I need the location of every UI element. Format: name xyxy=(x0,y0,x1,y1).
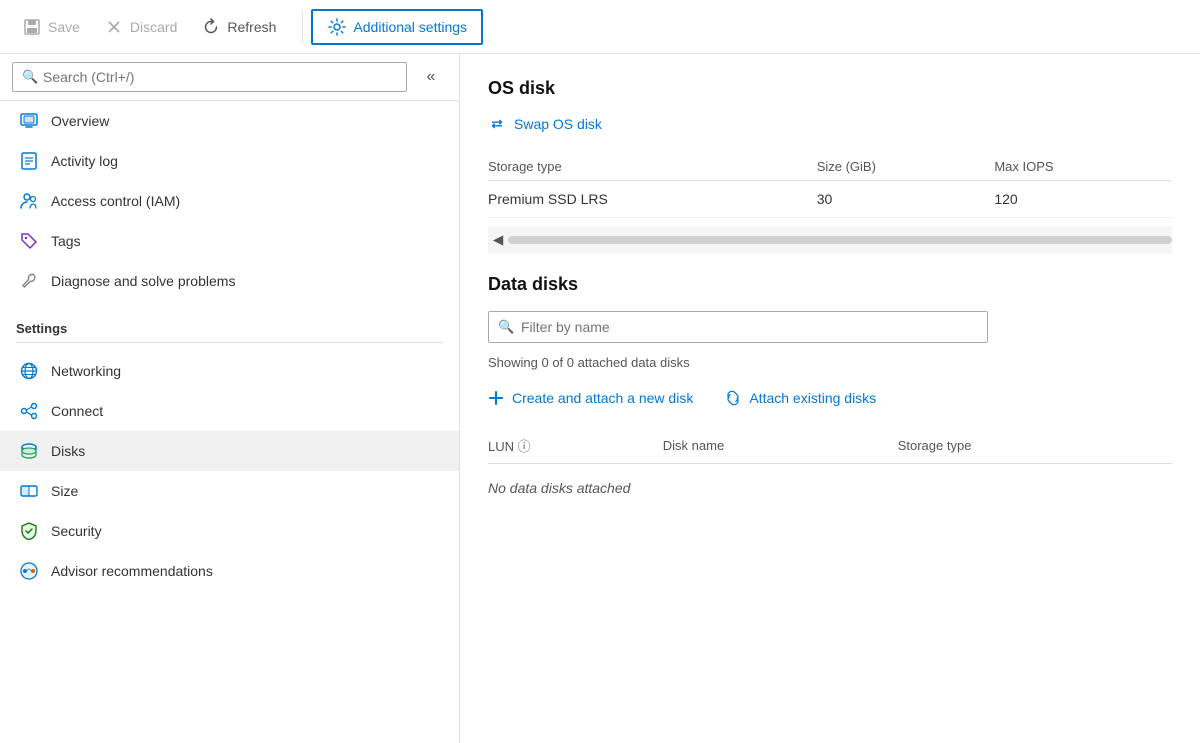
sidebar-item-networking[interactable]: Networking xyxy=(0,351,459,391)
sidebar-label-connect: Connect xyxy=(51,403,103,419)
wrench-icon xyxy=(19,271,39,291)
cell-storage-type: Premium SSD LRS xyxy=(488,181,817,218)
no-disks-row: No data disks attached xyxy=(488,464,1172,513)
search-input[interactable] xyxy=(12,62,407,92)
action-buttons: Create and attach a new disk Attach exis… xyxy=(488,390,1172,406)
sidebar-item-activity-log[interactable]: Activity log xyxy=(0,141,459,181)
data-disks-table: LUN ⓘ Disk name Storage type No data dis… xyxy=(488,430,1172,512)
cell-size: 30 xyxy=(817,181,995,218)
sidebar-label-disks: Disks xyxy=(51,443,85,459)
sidebar-item-overview[interactable]: Overview xyxy=(0,101,459,141)
sidebar-label-overview: Overview xyxy=(51,113,109,129)
content-area: OS disk Swap OS disk Storage type Size (… xyxy=(460,54,1200,743)
sidebar-item-size[interactable]: Size xyxy=(0,471,459,511)
discard-button[interactable]: Discard xyxy=(94,11,187,43)
sidebar-label-access-control: Access control (IAM) xyxy=(51,193,180,209)
people-icon xyxy=(19,191,39,211)
sidebar-item-security[interactable]: Security xyxy=(0,511,459,551)
showing-text: Showing 0 of 0 attached data disks xyxy=(488,355,1172,370)
nav-items: Overview Activity log xyxy=(0,101,459,301)
connect-icon xyxy=(19,401,39,421)
sidebar-item-access-control[interactable]: Access control (IAM) xyxy=(0,181,459,221)
table-row: Premium SSD LRS 30 120 xyxy=(488,181,1172,218)
sidebar-label-size: Size xyxy=(51,483,78,499)
swap-icon xyxy=(488,115,506,133)
size-icon xyxy=(19,481,39,501)
os-disk-section: OS disk Swap OS disk Storage type Size (… xyxy=(488,78,1172,254)
data-disks-section: Data disks 🔍 Showing 0 of 0 attached dat… xyxy=(488,274,1172,512)
create-attach-disk-button[interactable]: Create and attach a new disk xyxy=(488,390,693,406)
sidebar-item-diagnose[interactable]: Diagnose and solve problems xyxy=(0,261,459,301)
tag-icon xyxy=(19,231,39,251)
search-bar: 🔍 « xyxy=(0,54,459,101)
filter-search-icon: 🔍 xyxy=(498,319,514,335)
monitor-icon xyxy=(19,111,39,131)
attach-icon xyxy=(725,390,741,406)
data-disks-title: Data disks xyxy=(488,274,1172,295)
disks-icon xyxy=(19,441,39,461)
sidebar-item-connect[interactable]: Connect xyxy=(0,391,459,431)
os-disk-title: OS disk xyxy=(488,78,1172,99)
activity-icon xyxy=(19,151,39,171)
col-max-iops: Max IOPS xyxy=(994,153,1172,181)
plus-icon xyxy=(488,390,504,406)
col-storage-type: Storage type xyxy=(488,153,817,181)
search-icon: 🔍 xyxy=(22,69,38,85)
collapse-sidebar-button[interactable]: « xyxy=(415,63,447,91)
settings-items: Networking Connect xyxy=(0,351,459,591)
main-layout: 🔍 « Overview xyxy=(0,54,1200,743)
security-icon xyxy=(19,521,39,541)
scroll-left-button[interactable]: ◀ xyxy=(488,230,508,250)
sidebar-label-networking: Networking xyxy=(51,363,121,379)
data-col-lun: LUN ⓘ xyxy=(488,430,663,464)
gear-icon xyxy=(327,17,347,37)
cell-max-iops: 120 xyxy=(994,181,1172,218)
filter-by-name-input[interactable] xyxy=(488,311,988,343)
sidebar-item-tags[interactable]: Tags xyxy=(0,221,459,261)
col-size: Size (GiB) xyxy=(817,153,995,181)
sidebar-item-advisor[interactable]: Advisor recommendations xyxy=(0,551,459,591)
refresh-icon xyxy=(201,17,221,37)
sidebar-label-tags: Tags xyxy=(51,233,81,249)
sidebar-label-activity-log: Activity log xyxy=(51,153,118,169)
sidebar-label-advisor: Advisor recommendations xyxy=(51,563,213,579)
advisor-icon xyxy=(19,561,39,581)
no-disks-text: No data disks attached xyxy=(488,464,1172,513)
sidebar-label-security: Security xyxy=(51,523,102,539)
attach-existing-disks-button[interactable]: Attach existing disks xyxy=(725,390,876,406)
network-icon xyxy=(19,361,39,381)
toolbar: Save Discard Refresh Additional settings xyxy=(0,0,1200,54)
scrollbar-track[interactable] xyxy=(508,236,1172,244)
save-button[interactable]: Save xyxy=(12,11,90,43)
horizontal-scrollbar[interactable]: ◀ xyxy=(488,226,1172,254)
save-icon xyxy=(22,17,42,37)
discard-icon xyxy=(104,17,124,37)
toolbar-actions: Save Discard Refresh xyxy=(12,11,303,43)
sidebar: 🔍 « Overview xyxy=(0,54,460,743)
swap-os-disk-button[interactable]: Swap OS disk xyxy=(488,115,602,133)
refresh-button[interactable]: Refresh xyxy=(191,11,286,43)
os-disk-table: Storage type Size (GiB) Max IOPS Premium… xyxy=(488,153,1172,218)
sidebar-label-diagnose: Diagnose and solve problems xyxy=(51,273,235,289)
settings-section-header: Settings xyxy=(0,305,459,342)
additional-settings-button[interactable]: Additional settings xyxy=(311,9,483,45)
filter-input-wrap: 🔍 xyxy=(488,311,1172,343)
data-col-disk-name: Disk name xyxy=(663,430,898,464)
data-col-storage-type: Storage type xyxy=(898,430,1172,464)
settings-divider xyxy=(16,342,443,343)
sidebar-item-disks[interactable]: Disks xyxy=(0,431,459,471)
